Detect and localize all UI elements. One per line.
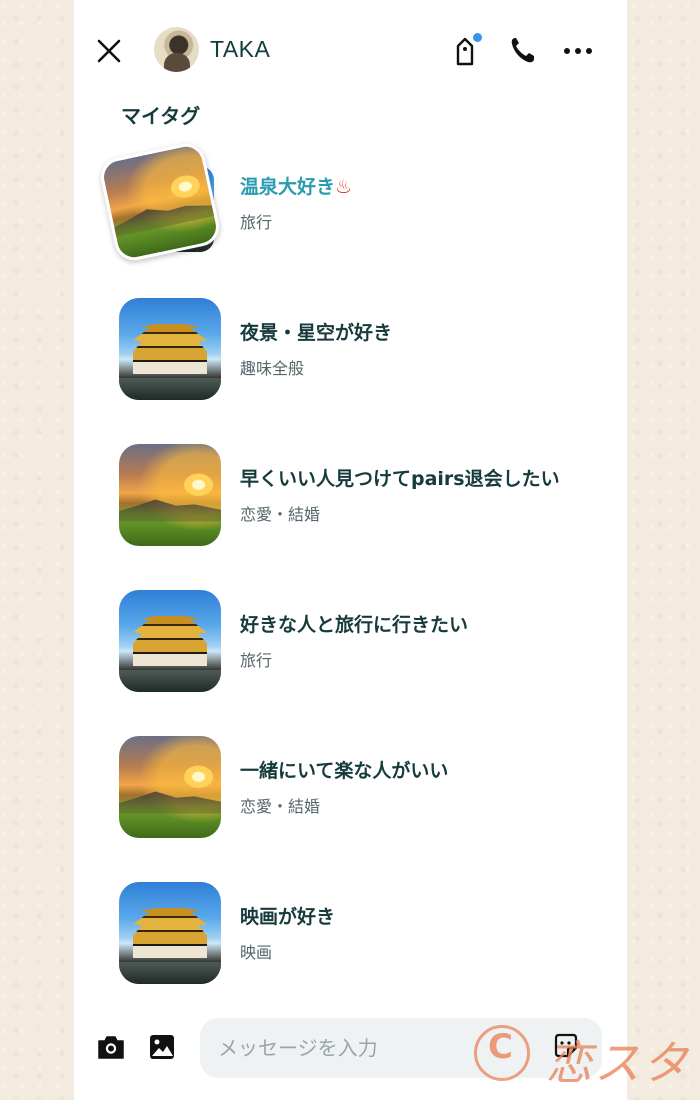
- sticker-icon: [554, 1033, 578, 1058]
- tag-image: [119, 736, 221, 838]
- section-title: マイタグ: [121, 104, 201, 128]
- avatar[interactable]: [154, 27, 199, 72]
- tag-title-text: 温泉大好き: [240, 176, 336, 198]
- tag-title: 映画が好き: [240, 906, 336, 928]
- tag-title: 温泉大好き♨: [240, 172, 352, 199]
- camera-button[interactable]: [96, 1032, 126, 1062]
- tag-category: 恋愛・結婚: [240, 797, 321, 816]
- tag-item[interactable]: 夜景・星空が好き 趣味全般: [74, 292, 627, 402]
- close-button[interactable]: [94, 36, 124, 66]
- tag-category: 旅行: [240, 651, 273, 670]
- more-button[interactable]: [562, 34, 594, 66]
- tag-item[interactable]: 早くいい人見つけてpairs退会したい 恋愛・結婚: [74, 438, 627, 548]
- tag-button[interactable]: [450, 33, 482, 66]
- tag-item[interactable]: 好きな人と旅行に行きたい 旅行: [74, 584, 627, 694]
- tag-category: 恋愛・結婚: [240, 505, 321, 524]
- tag-item[interactable]: 映画が好き 映画: [74, 876, 627, 986]
- close-icon: [97, 39, 121, 63]
- tag-item[interactable]: 一緒にいて楽な人がいい 恋愛・結婚: [74, 730, 627, 840]
- tag-image: [119, 444, 221, 546]
- tag-category: 趣味全般: [240, 359, 305, 378]
- tag-title: 早くいい人見つけてpairs退会したい: [240, 468, 560, 490]
- sticker-button[interactable]: [552, 1032, 580, 1060]
- tag-image: [119, 590, 221, 692]
- tag-category: 映画: [240, 943, 273, 962]
- tag-image: [97, 140, 223, 264]
- more-icon: [564, 48, 592, 54]
- image-button[interactable]: [147, 1032, 177, 1062]
- tag-image: [119, 298, 221, 400]
- tag-title: 一緒にいて楽な人がいい: [240, 760, 449, 782]
- hot-spring-icon: ♨: [335, 176, 353, 198]
- message-input[interactable]: [200, 1018, 602, 1078]
- chat-header: TAKA: [74, 0, 627, 100]
- user-name[interactable]: TAKA: [210, 36, 270, 63]
- tag-title: 好きな人と旅行に行きたい: [240, 614, 469, 636]
- call-button[interactable]: [506, 34, 538, 66]
- tag-category: 旅行: [240, 213, 273, 232]
- tag-title: 夜景・星空が好き: [240, 322, 393, 344]
- phone-icon: [511, 38, 534, 63]
- tag-image: [119, 882, 221, 984]
- tag-item-onsen[interactable]: 温泉大好き♨ 旅行: [74, 140, 627, 264]
- app-screen: TAKA マイタグ 温泉大好き♨ 旅行 夜景・星空が好き 趣味全般 早くいい人見…: [74, 0, 627, 1100]
- camera-icon: [98, 1036, 124, 1059]
- message-composer: [74, 1010, 627, 1090]
- notification-dot: [473, 33, 482, 42]
- image-icon: [150, 1035, 174, 1059]
